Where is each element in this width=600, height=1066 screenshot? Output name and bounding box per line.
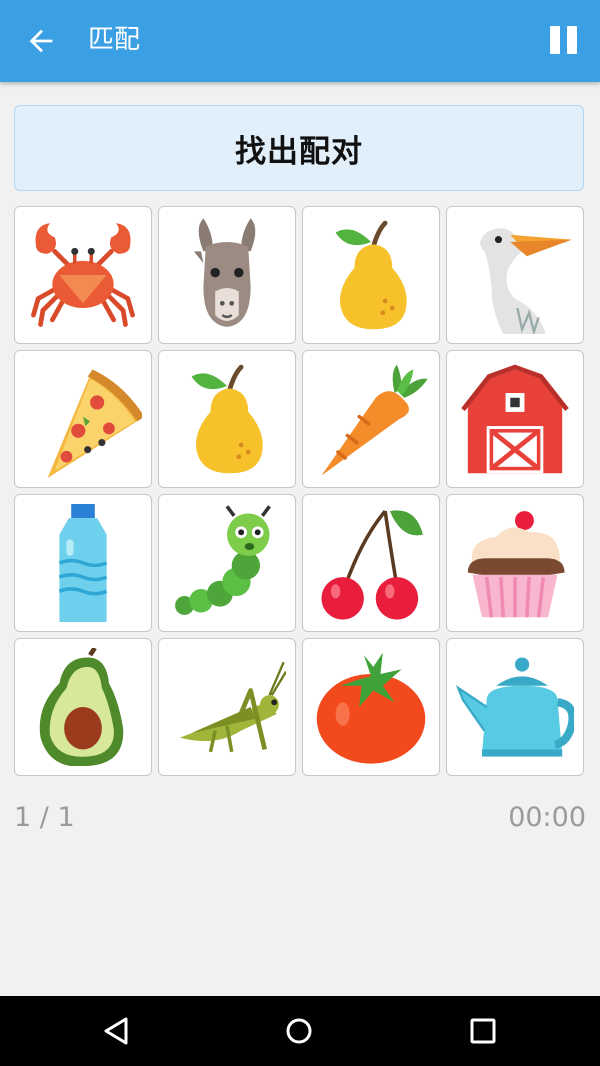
tomato-icon [316, 652, 426, 764]
card-water-bottle[interactable] [14, 494, 152, 632]
water-bottle-icon [58, 504, 108, 622]
cupcake-icon [467, 511, 565, 618]
instruction-text: 找出配对 [235, 133, 363, 170]
grasshopper-icon [179, 661, 286, 753]
card-tomato[interactable] [302, 638, 440, 776]
pear-icon [191, 364, 263, 474]
card-caterpillar[interactable] [158, 494, 296, 632]
back-triangle-icon[interactable] [102, 1016, 132, 1046]
card-llama[interactable] [158, 206, 296, 344]
home-circle-icon[interactable] [284, 1016, 314, 1046]
card-cherries[interactable] [302, 494, 440, 632]
card-teapot[interactable] [446, 638, 584, 776]
crab-icon [31, 223, 135, 327]
timer: 00:00 [508, 802, 586, 833]
card-pizza[interactable] [14, 350, 152, 488]
teapot-icon [456, 657, 574, 757]
card-pear-2[interactable] [158, 350, 296, 488]
card-grasshopper[interactable] [158, 638, 296, 776]
caterpillar-icon [175, 505, 271, 615]
llama-icon [193, 218, 256, 327]
card-pelican[interactable] [446, 206, 584, 344]
card-avocado[interactable] [14, 638, 152, 776]
pelican-icon [480, 228, 572, 334]
card-pear[interactable] [302, 206, 440, 344]
page-title: 匹配 [88, 25, 141, 55]
cherries-icon [321, 509, 423, 620]
barn-icon [461, 364, 569, 474]
back-arrow-icon[interactable] [24, 24, 58, 58]
system-navigation-bar [0, 996, 600, 1066]
avocado-icon [39, 648, 124, 766]
pause-icon[interactable] [546, 22, 582, 58]
card-carrot[interactable] [302, 350, 440, 488]
card-barn[interactable] [446, 350, 584, 488]
pizza-slice-icon [47, 369, 142, 478]
app-bar: 匹配 [0, 0, 600, 82]
carrot-icon [321, 364, 428, 476]
recents-square-icon[interactable] [469, 1017, 497, 1045]
pear-icon [335, 220, 407, 330]
card-crab[interactable] [14, 206, 152, 344]
card-cupcake[interactable] [446, 494, 584, 632]
instruction-banner: 找出配对 [14, 105, 584, 191]
progress-counter: 1 / 1 [14, 802, 75, 833]
